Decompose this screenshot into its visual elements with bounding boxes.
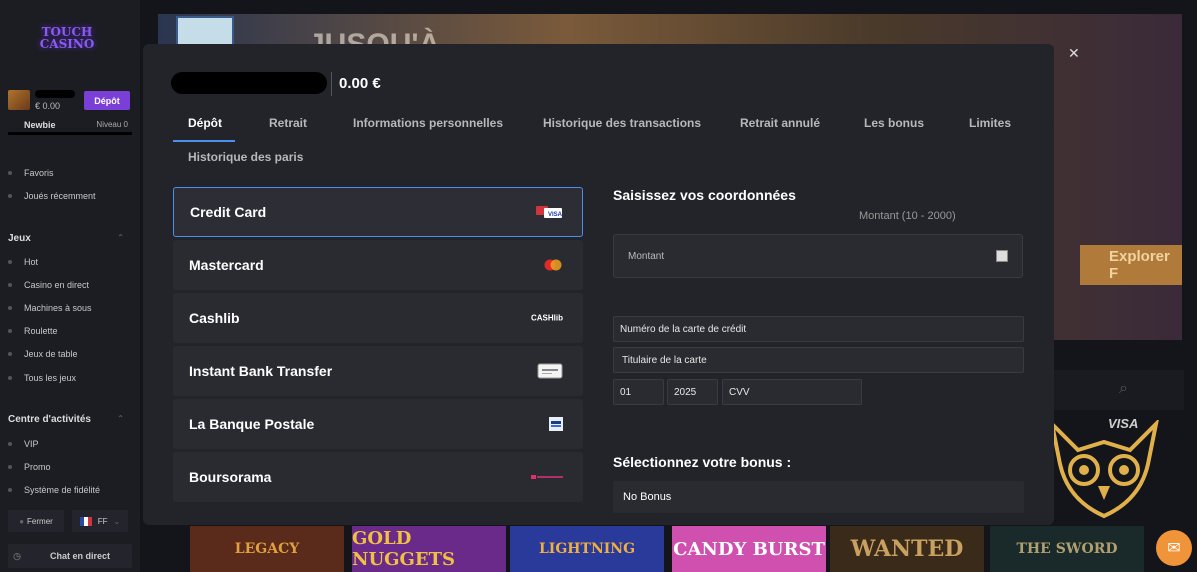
account-name-redacted <box>171 72 327 94</box>
tab-bet-history[interactable]: Historique des paris <box>188 150 303 164</box>
bonus-select[interactable]: No Bonus <box>613 481 1024 513</box>
tab-bonuses[interactable]: Les bonus <box>864 116 924 130</box>
level-number: Niveau 0 <box>96 120 128 129</box>
game-thumb-wanted[interactable]: WANTED <box>830 526 984 572</box>
banque-postale-logo <box>549 417 563 431</box>
chat-widget-button[interactable]: ✉ <box>1156 530 1192 566</box>
clock-icon <box>8 194 12 198</box>
tab-limits[interactable]: Limites <box>969 116 1011 130</box>
casino-logo[interactable]: TOUCH CASINO <box>38 14 96 62</box>
roulette-icon <box>8 329 12 333</box>
sidebar-item-hot[interactable]: Hot <box>8 257 132 267</box>
expiry-month-input[interactable] <box>613 379 664 405</box>
sidebar-item-vip[interactable]: VIP <box>8 439 132 449</box>
live-chat-link[interactable]: ◷ Chat en direct <box>8 544 132 568</box>
card-holder-input[interactable] <box>613 347 1024 373</box>
fire-icon <box>8 260 12 264</box>
game-thumbnails: LEGACY GOLD NUGGETS LIGHTNING CANDY BURS… <box>190 526 1190 572</box>
sidebar-item-live-casino[interactable]: Casino en direct <box>8 280 132 290</box>
active-tab-indicator <box>173 140 235 142</box>
sidebar-item-promo[interactable]: Promo <box>8 462 132 472</box>
form-title: Saisissez vos coordonnées <box>613 187 796 203</box>
amount-input[interactable] <box>628 250 968 262</box>
chevron-down-icon: ⌄ <box>113 516 121 526</box>
sidebar-heading-activity[interactable]: Centre d'activités ⌃ <box>8 414 132 425</box>
payment-method-instant-bank-transfer[interactable]: Instant Bank Transfer <box>173 346 583 396</box>
sidebar-item-favoris[interactable]: Favoris <box>8 168 132 178</box>
payment-method-cashlib[interactable]: Cashlib CASHlib <box>173 293 583 343</box>
expiry-year-input[interactable] <box>667 379 718 405</box>
cards-icon <box>8 352 12 356</box>
sidebar-heading-jeux[interactable]: Jeux ⌃ <box>8 233 132 244</box>
game-thumb-the-sword[interactable]: THE SWORD <box>990 526 1144 572</box>
tab-depot[interactable]: Dépôt <box>188 116 222 130</box>
game-thumb-lightning[interactable]: LIGHTNING <box>510 526 664 572</box>
amount-range-label: Montant (10 - 2000) <box>859 210 956 222</box>
deposit-button[interactable]: Dépôt <box>84 91 130 110</box>
crown-icon <box>8 442 12 446</box>
explore-button[interactable]: Explorer F <box>1080 245 1182 285</box>
svg-text:VISA: VISA <box>548 212 562 218</box>
bank-transfer-logo <box>537 363 563 379</box>
sidebar-balance: € 0.00 <box>35 101 61 111</box>
game-thumb-gold-nuggets[interactable]: GOLD NUGGETS <box>352 526 506 572</box>
boursorama-logo <box>531 473 563 481</box>
grid-icon <box>8 376 12 380</box>
sidebar-item-all-games[interactable]: Tous les jeux <box>8 373 132 383</box>
flag-icon <box>79 516 92 526</box>
visa-mastercard-logo: VISA <box>536 205 562 219</box>
payment-method-mastercard[interactable]: Mastercard <box>173 240 583 290</box>
slot-icon <box>8 306 12 310</box>
tab-transaction-history[interactable]: Historique des transactions <box>543 116 701 130</box>
collapse-icon: ● <box>19 516 25 526</box>
sidebar-item-table-games[interactable]: Jeux de table <box>8 349 132 359</box>
gift-icon <box>8 465 12 469</box>
chat-icon: ◷ <box>13 550 21 561</box>
modal-balance: 0.00 € <box>339 75 381 92</box>
tab-personal-info[interactable]: Informations personnelles <box>353 116 503 130</box>
chevron-up-icon: ⌃ <box>117 233 124 242</box>
search-icon[interactable]: ⌕ <box>1119 380 1128 398</box>
mastercard-logo <box>543 259 563 271</box>
level-name: Newbie <box>24 120 56 130</box>
tab-retrait[interactable]: Retrait <box>269 116 307 130</box>
owl-mascot <box>1049 420 1159 519</box>
sidebar-item-recent[interactable]: Joués récemment <box>8 191 132 201</box>
payment-method-boursorama[interactable]: Boursorama <box>173 452 583 502</box>
live-icon <box>8 283 12 287</box>
amount-field[interactable] <box>613 234 1023 278</box>
cvv-input[interactable] <box>722 379 862 405</box>
tab-cancelled-withdrawal[interactable]: Retrait annulé <box>740 116 820 130</box>
chat-bubble-icon: ✉ <box>1167 540 1181 557</box>
close-icon[interactable]: ✕ <box>1068 45 1082 61</box>
header-divider <box>331 72 332 96</box>
close-sidebar-button[interactable]: ● Fermer <box>8 510 64 532</box>
language-selector[interactable]: FF ⌄ <box>72 510 128 532</box>
loyalty-icon <box>8 488 12 492</box>
game-thumb-legacy[interactable]: LEGACY <box>190 526 344 572</box>
deposit-modal: 0.00 € Dépôt Retrait Informations person… <box>143 44 1054 525</box>
avatar[interactable] <box>8 90 30 110</box>
chevron-up-icon: ⌃ <box>117 414 124 423</box>
username-redacted <box>35 90 75 98</box>
payment-method-credit-card[interactable]: Credit Card VISA <box>173 187 583 237</box>
sidebar-item-loyalty[interactable]: Système de fidélité <box>8 485 132 495</box>
payment-method-la-banque-postale[interactable]: La Banque Postale <box>173 399 583 449</box>
bonus-title: Sélectionnez votre bonus : <box>613 454 792 470</box>
level-progress-bar <box>8 132 132 135</box>
star-icon <box>8 171 12 175</box>
sidebar-item-roulette[interactable]: Roulette <box>8 326 132 336</box>
user-summary: € 0.00 Dépôt <box>8 90 132 112</box>
sidebar-item-slots[interactable]: Machines à sous <box>8 303 132 313</box>
amount-stepper-icon[interactable] <box>996 250 1008 262</box>
game-thumb-candy-burst[interactable]: CANDY BURST <box>672 526 826 572</box>
sidebar: TOUCH CASINO € 0.00 Dépôt Newbie Niveau 0… <box>0 0 140 572</box>
cashlib-logo: CASHlib <box>531 313 563 323</box>
card-number-input[interactable] <box>613 316 1024 342</box>
